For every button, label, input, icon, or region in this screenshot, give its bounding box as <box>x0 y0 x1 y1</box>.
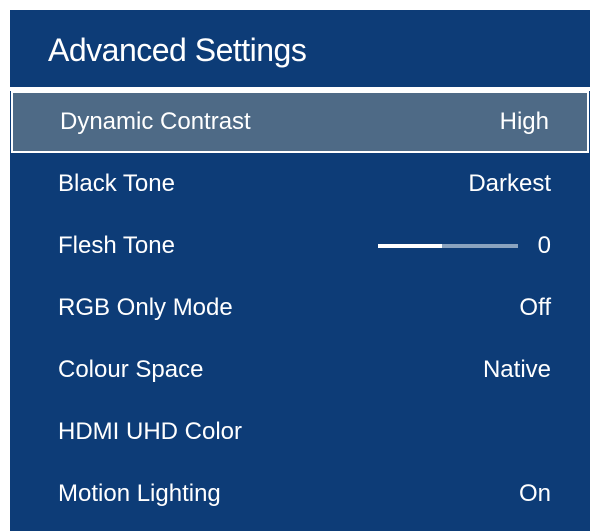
setting-row-black-tone[interactable]: Black Tone Darkest <box>10 153 590 215</box>
setting-value-flesh-tone: 0 <box>537 232 551 259</box>
setting-value-rgb-only-mode: Off <box>519 294 551 321</box>
setting-label-flesh-tone: Flesh Tone <box>58 232 175 259</box>
setting-label-colour-space: Colour Space <box>58 356 204 383</box>
flesh-tone-slider-fill <box>378 244 443 248</box>
setting-label-dynamic-contrast: Dynamic Contrast <box>60 108 251 135</box>
flesh-tone-slider[interactable] <box>378 244 518 248</box>
setting-row-hdmi-uhd-color[interactable]: HDMI UHD Color <box>10 401 590 463</box>
setting-row-rgb-only-mode[interactable]: RGB Only Mode Off <box>10 277 590 339</box>
setting-label-black-tone: Black Tone <box>58 170 175 197</box>
setting-row-colour-space[interactable]: Colour Space Native <box>10 339 590 401</box>
setting-label-rgb-only-mode: RGB Only Mode <box>58 294 233 321</box>
settings-list: Dynamic Contrast High Black Tone Darkest… <box>10 91 590 525</box>
setting-row-dynamic-contrast[interactable]: Dynamic Contrast High <box>11 91 589 153</box>
setting-value-black-tone: Darkest <box>468 170 551 197</box>
setting-value-motion-lighting: On <box>518 480 551 507</box>
setting-value-dynamic-contrast: High <box>499 108 549 135</box>
advanced-settings-panel: Advanced Settings Dynamic Contrast High … <box>10 10 590 531</box>
panel-title: Advanced Settings <box>48 32 307 68</box>
setting-label-hdmi-uhd-color: HDMI UHD Color <box>58 418 243 445</box>
setting-value-colour-space: Native <box>482 356 551 383</box>
setting-row-flesh-tone[interactable]: Flesh Tone 0 <box>10 215 590 277</box>
setting-row-motion-lighting[interactable]: Motion Lighting On <box>10 463 590 525</box>
setting-label-motion-lighting: Motion Lighting <box>58 480 221 507</box>
